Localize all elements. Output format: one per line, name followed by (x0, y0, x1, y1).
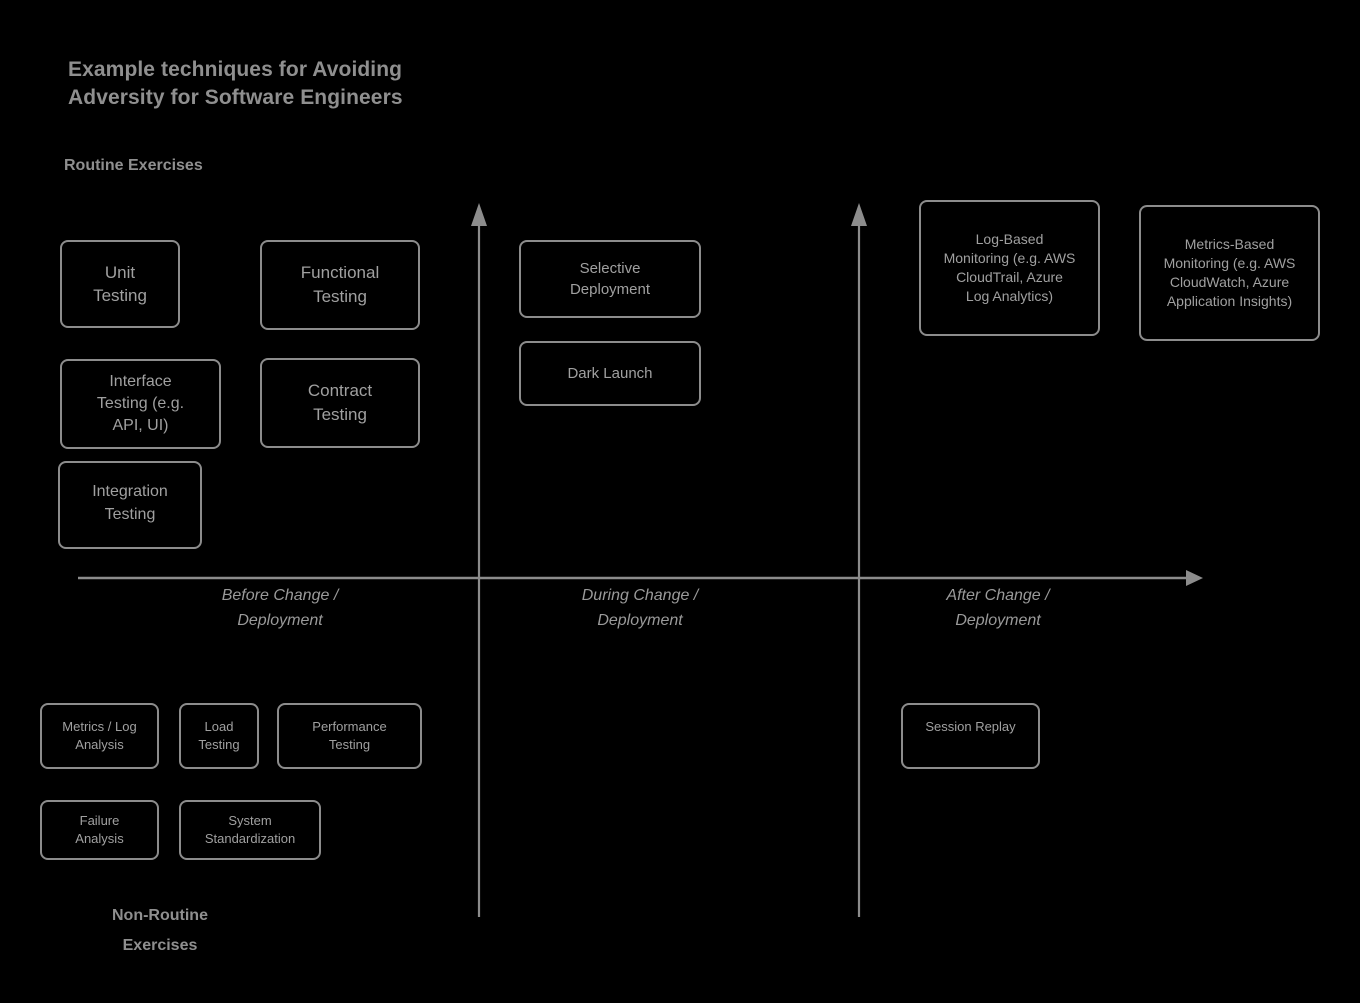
node-label-contract-testing: Contract Testing (307, 381, 373, 424)
node-label-system-standardization: System Standardization (204, 813, 296, 846)
node-label-failure-analysis: Failure Analysis (75, 813, 124, 846)
vertical-divider-1 (471, 203, 487, 917)
node-label-functional-testing: Functional Testing (300, 263, 380, 306)
x-axis-segment-label-during-change: During Change / Deployment (581, 587, 699, 629)
x-axis-segment-label-before-change: Before Change / Deployment (221, 587, 339, 629)
node-box-contract-testing[interactable]: Contract Testing (260, 358, 420, 448)
node-box-selective-deployment[interactable]: Selective Deployment (519, 240, 701, 318)
node-label-session-replay: Session Replay (925, 719, 1016, 734)
node-box-functional-testing[interactable]: Functional Testing (260, 240, 420, 330)
vertical-divider-2 (851, 203, 867, 917)
page-title: Example techniques for Avoiding Adversit… (68, 58, 403, 109)
node-label-metrics-based-monitoring: Metrics-Based Monitoring (e.g. AWS Cloud… (1163, 236, 1296, 309)
node-box-log-based-monitoring[interactable]: Log-Based Monitoring (e.g. AWS CloudTrai… (919, 200, 1100, 336)
x-axis-segment-label-after-change: After Change / Deployment (946, 587, 1050, 629)
node-box-integration-testing[interactable]: Integration Testing (58, 461, 202, 549)
node-label-log-based-monitoring: Log-Based Monitoring (e.g. AWS CloudTrai… (943, 231, 1076, 304)
node-box-performance-testing[interactable]: Performance Testing (277, 703, 422, 769)
node-label-performance-testing: Performance Testing (312, 719, 387, 752)
node-label-interface-testing: Interface Testing (e.g. API, UI) (96, 373, 185, 434)
node-box-interface-testing[interactable]: Interface Testing (e.g. API, UI) (60, 359, 221, 449)
non-routine-exercises-label: Non-Routine Exercises (112, 907, 208, 954)
node-box-session-replay[interactable]: Session Replay (901, 703, 1040, 769)
node-label-unit-testing: Unit Testing (93, 263, 147, 305)
node-label-load-testing: Load Testing (198, 719, 240, 752)
routine-exercises-label: Routine Exercises (64, 157, 203, 174)
node-box-metrics-based-monitoring[interactable]: Metrics-Based Monitoring (e.g. AWS Cloud… (1139, 205, 1320, 341)
node-label-integration-testing: Integration Testing (92, 483, 168, 523)
node-label-metrics-log-analysis: Metrics / Log Analysis (62, 719, 137, 752)
node-box-metrics-log-analysis[interactable]: Metrics / Log Analysis (40, 703, 159, 769)
node-box-failure-analysis[interactable]: Failure Analysis (40, 800, 159, 860)
diagram-canvas: Example techniques for Avoiding Adversit… (0, 0, 1360, 1003)
node-box-dark-launch[interactable]: Dark Launch (519, 341, 701, 406)
node-label-dark-launch: Dark Launch (567, 365, 653, 382)
node-box-unit-testing[interactable]: Unit Testing (60, 240, 180, 328)
node-box-load-testing[interactable]: Load Testing (179, 703, 259, 769)
node-label-selective-deployment: Selective Deployment (569, 260, 651, 298)
node-box-system-standardization[interactable]: System Standardization (179, 800, 321, 860)
